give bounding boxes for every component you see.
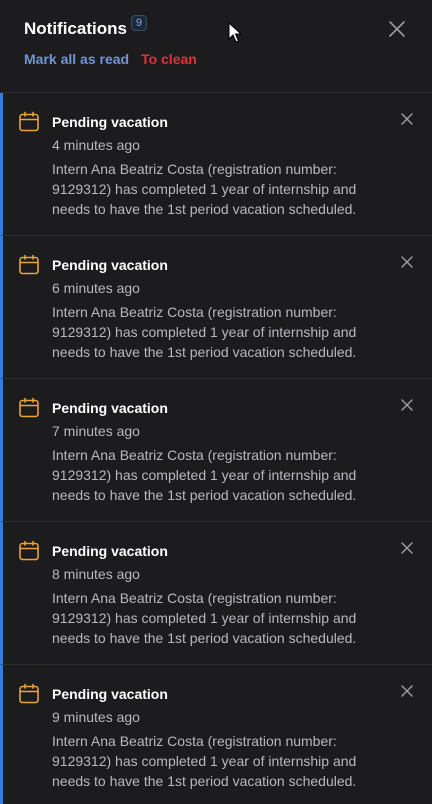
notifications-panel: Notifications 9 Mark all as read To clea…: [0, 0, 432, 804]
dismiss-icon[interactable]: [400, 541, 414, 555]
notification-time: 8 minutes ago: [52, 566, 140, 582]
notification-time: 9 minutes ago: [52, 709, 140, 725]
notifications-header: Notifications 9 Mark all as read To clea…: [0, 0, 432, 93]
close-icon[interactable]: [387, 19, 407, 39]
notification-title: Pending vacation: [52, 686, 168, 702]
mark-all-read-button[interactable]: Mark all as read: [24, 50, 129, 68]
notification-body: Intern Ana Beatriz Costa (registration n…: [52, 733, 357, 789]
calendar-icon: [19, 683, 39, 704]
notification-item[interactable]: Pending vacation 9 minutes ago Intern An…: [0, 665, 432, 804]
unread-count-badge: 9: [130, 15, 147, 31]
notification-title: Pending vacation: [52, 400, 168, 416]
notification-item[interactable]: Pending vacation 8 minutes ago Intern An…: [0, 522, 432, 665]
notification-title: Pending vacation: [52, 114, 168, 130]
notification-item[interactable]: Pending vacation 7 minutes ago Intern An…: [0, 379, 432, 522]
notification-time: 7 minutes ago: [52, 423, 140, 439]
notification-list: Pending vacation 4 minutes ago Intern An…: [0, 93, 432, 804]
notification-body: Intern Ana Beatriz Costa (registration n…: [52, 161, 357, 217]
dismiss-icon[interactable]: [400, 112, 414, 126]
notification-time: 4 minutes ago: [52, 137, 140, 153]
notification-item[interactable]: Pending vacation 4 minutes ago Intern An…: [0, 93, 432, 236]
header-actions: Mark all as read To clean: [24, 50, 197, 68]
clean-button[interactable]: To clean: [141, 50, 197, 68]
title-row: Notifications 9: [24, 15, 147, 42]
notification-time: 6 minutes ago: [52, 280, 140, 296]
notification-item[interactable]: Pending vacation 6 minutes ago Intern An…: [0, 236, 432, 379]
calendar-icon: [19, 254, 39, 275]
calendar-icon: [19, 540, 39, 561]
dismiss-icon[interactable]: [400, 684, 414, 698]
notification-body: Intern Ana Beatriz Costa (registration n…: [52, 304, 357, 360]
panel-title: Notifications: [24, 19, 127, 38]
dismiss-icon[interactable]: [400, 398, 414, 412]
notification-title: Pending vacation: [52, 543, 168, 559]
dismiss-icon[interactable]: [400, 255, 414, 269]
calendar-icon: [19, 397, 39, 418]
notification-body: Intern Ana Beatriz Costa (registration n…: [52, 590, 357, 646]
calendar-icon: [19, 111, 39, 132]
notification-title: Pending vacation: [52, 257, 168, 273]
notification-body: Intern Ana Beatriz Costa (registration n…: [52, 447, 357, 503]
